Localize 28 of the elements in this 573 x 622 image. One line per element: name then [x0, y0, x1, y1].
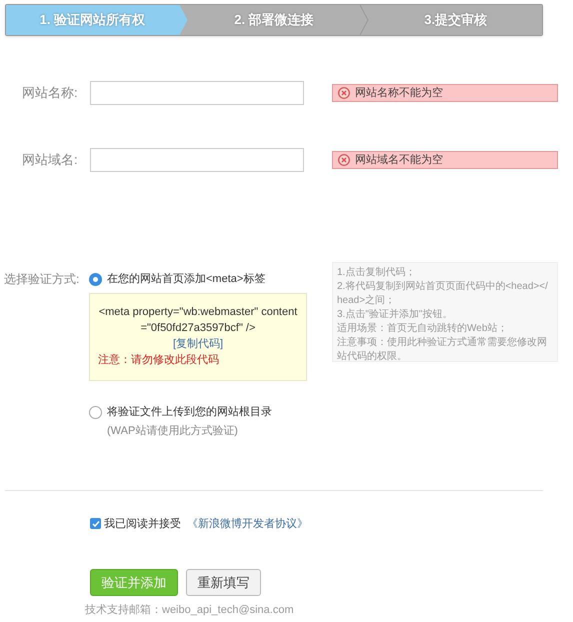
option-note: (WAP站请使用此方式验证)	[107, 424, 239, 439]
warning-text: 注意：请勿修改此段代码	[98, 352, 220, 368]
text-field[interactable]	[90, 81, 304, 105]
agreement-link[interactable]: 《新浪微博开发者协议》	[187, 516, 308, 532]
support-email: 技术支持邮箱：weibo_api_tech@sina.com	[85, 603, 295, 618]
submit-button[interactable]: 验证并添加	[90, 569, 178, 596]
option-label: 将验证文件上传到您的网站根目录	[107, 404, 272, 420]
radio-button[interactable]	[89, 272, 102, 286]
help-text: 3.点击"验证并添加"按钮。	[337, 308, 454, 322]
field-label: 网站域名:	[22, 151, 79, 170]
error-message: 网站域名不能为空	[332, 151, 558, 169]
help-text: 2.将代码复制到网站首页页面代码中的<head></head>之间；	[337, 280, 549, 308]
text-field[interactable]	[90, 148, 304, 172]
error-icon	[338, 87, 350, 99]
checkbox[interactable]	[90, 518, 101, 530]
field-label: 选择验证方式:	[4, 271, 80, 288]
reset-button[interactable]: 重新填写	[186, 569, 261, 596]
code-text: <meta property="wb:webmaster" content="0f50fd27a3597bcf" />	[98, 305, 298, 336]
field-label: 网站名称:	[22, 84, 79, 102]
agreement-text: 我已阅读并接受	[104, 516, 181, 532]
error-message: 网站名称不能为空	[332, 84, 558, 102]
copy-code-link[interactable]: [复制代码]	[172, 336, 224, 352]
help-text: 1.点击复制代码；	[337, 266, 416, 280]
help-text: 适用场景：首页无自动跳转的Web站；	[337, 322, 508, 336]
help-text: 注意事项：使用此种验证方式通常需要您修改网站代码的权限。	[337, 336, 548, 364]
error-icon	[338, 154, 350, 166]
radio-button[interactable]	[89, 406, 102, 418]
option-label: 在您的网站首页添加<meta>标签	[107, 272, 266, 287]
